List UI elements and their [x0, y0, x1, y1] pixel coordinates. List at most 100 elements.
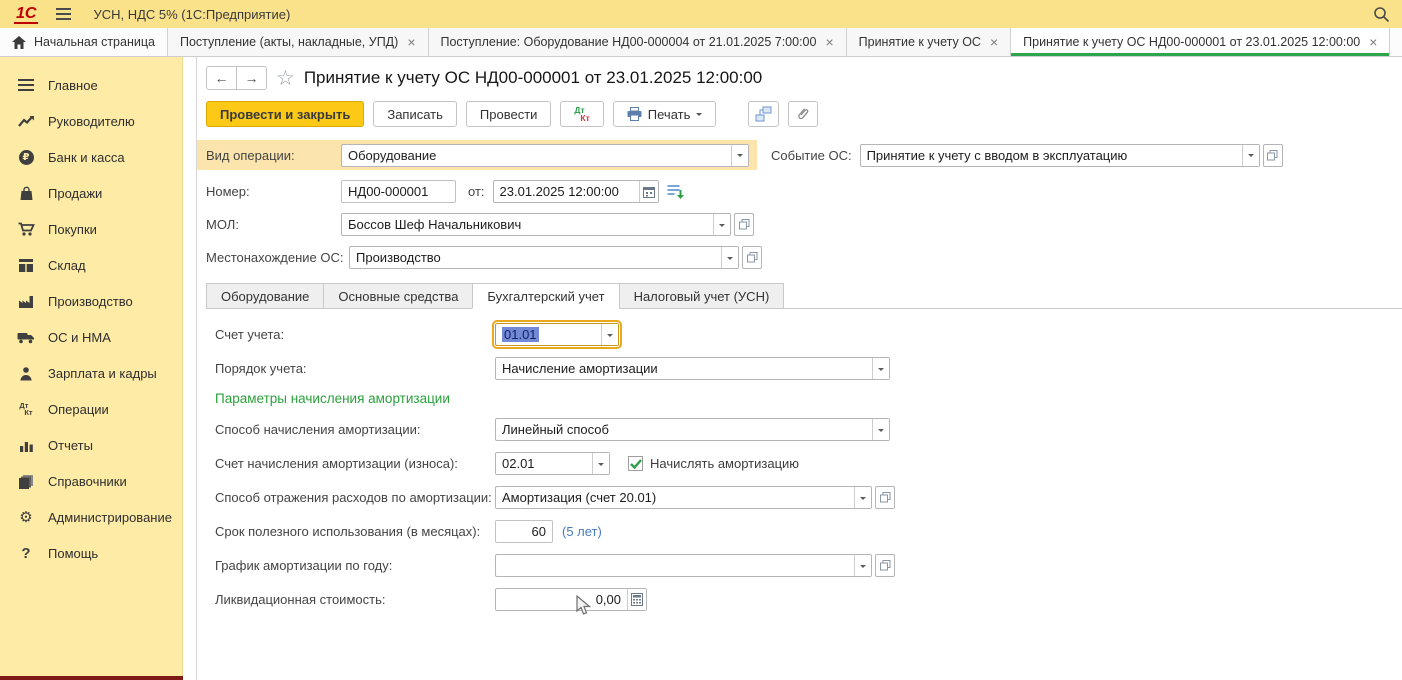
- location-field[interactable]: Производство: [349, 246, 739, 269]
- post-and-close-button[interactable]: Провести и закрыть: [206, 101, 364, 127]
- favorite-star-icon[interactable]: ☆: [276, 68, 295, 89]
- sidebar-item-otchety[interactable]: Отчеты: [0, 427, 182, 463]
- dropdown-arrow-icon[interactable]: [601, 324, 618, 345]
- truck-icon: [16, 328, 36, 346]
- sidebar-item-bank-kassa[interactable]: ₽ Банк и касса: [0, 139, 182, 175]
- sidebar-item-label: Помощь: [48, 546, 98, 561]
- sidebar-item-label: Зарплата и кадры: [48, 366, 157, 381]
- dropdown-arrow-icon[interactable]: [721, 247, 738, 268]
- dropdown-arrow-icon[interactable]: [1242, 145, 1259, 166]
- dropdown-arrow-icon[interactable]: [854, 555, 871, 576]
- factory-icon: [16, 292, 36, 310]
- mol-field[interactable]: Боссов Шеф Начальникович: [341, 213, 731, 236]
- open-link-button[interactable]: [875, 554, 895, 577]
- sidebar-item-zarplata-kadry[interactable]: Зарплата и кадры: [0, 355, 182, 391]
- tab-close-icon[interactable]: ×: [990, 35, 998, 49]
- print-button[interactable]: Печать: [613, 101, 717, 127]
- tab-prinyatie-doc[interactable]: Принятие к учету ОС НД00-000001 от 23.01…: [1011, 28, 1390, 56]
- tab-close-icon[interactable]: ×: [1369, 35, 1377, 49]
- sidebar-item-label: ОС и НМА: [48, 330, 111, 345]
- tab-nalogovyj-uchet[interactable]: Налоговый учет (УСН): [619, 283, 785, 309]
- os-event-field[interactable]: Принятие к учету с вводом в эксплуатацию: [860, 144, 1260, 167]
- tab-prinyatie-list[interactable]: Принятие к учету ОС ×: [847, 28, 1012, 56]
- accrue-depreciation-checkbox[interactable]: [628, 456, 643, 471]
- dt-kt-icon: ДтКт: [16, 400, 36, 418]
- sidebar-item-administrirovanie[interactable]: ⚙ Администрирование: [0, 499, 182, 535]
- set-current-date-icon[interactable]: [667, 184, 684, 199]
- write-button[interactable]: Записать: [373, 101, 457, 127]
- open-link-button[interactable]: [1263, 144, 1283, 167]
- sidebar-item-rukovoditelyu[interactable]: Руководителю: [0, 103, 182, 139]
- salvage-value-field[interactable]: 0,00: [495, 588, 647, 611]
- sidebar-item-glavnoe[interactable]: Главное: [0, 67, 182, 103]
- useful-life-hint: (5 лет): [562, 524, 602, 539]
- dropdown-arrow-icon[interactable]: [872, 419, 889, 440]
- sidebar-item-spravochniki[interactable]: Справочники: [0, 463, 182, 499]
- open-link-button[interactable]: [734, 213, 754, 236]
- tab-osnovnye-sredstva[interactable]: Основные средства: [323, 283, 473, 309]
- tab-close-icon[interactable]: ×: [407, 35, 415, 49]
- dropdown-arrow-icon[interactable]: [872, 358, 889, 379]
- sidebar-item-pokupki[interactable]: Покупки: [0, 211, 182, 247]
- sidebar-item-label: Банк и касса: [48, 150, 125, 165]
- sidebar-item-label: Отчеты: [48, 438, 93, 453]
- dropdown-arrow-icon[interactable]: [592, 453, 609, 474]
- structure-button[interactable]: [748, 101, 779, 127]
- dt-kt-button[interactable]: ДтКт: [560, 101, 603, 127]
- dropdown-arrow-icon[interactable]: [713, 214, 730, 235]
- paperclip-icon: [795, 106, 811, 122]
- operation-type-label: Вид операции:: [206, 148, 341, 163]
- sidebar-item-os-nma[interactable]: ОС и НМА: [0, 319, 182, 355]
- sidebar-item-proizvodstvo[interactable]: Производство: [0, 283, 182, 319]
- main-menu-icon[interactable]: [56, 8, 71, 20]
- menu-lines-icon: [16, 76, 36, 94]
- tab-oborudovanie[interactable]: Оборудование: [206, 283, 324, 309]
- operation-type-field[interactable]: Оборудование: [341, 144, 749, 167]
- account-field[interactable]: 01.01: [495, 323, 619, 346]
- number-field[interactable]: НД00-000001: [341, 180, 456, 203]
- open-link-button[interactable]: [875, 486, 895, 509]
- sidebar-item-operacii[interactable]: ДтКт Операции: [0, 391, 182, 427]
- window-titlebar: 1С УСН, НДС 5% (1С:Предприятие): [0, 0, 1402, 28]
- schedule-field[interactable]: [495, 554, 872, 577]
- document-toolbar: Провести и закрыть Записать Провести ДтК…: [206, 101, 1402, 127]
- tab-postuplenie-list[interactable]: Поступление (акты, накладные, УПД) ×: [168, 28, 429, 56]
- post-button[interactable]: Провести: [466, 101, 552, 127]
- attachments-button[interactable]: [788, 101, 818, 127]
- open-link-button[interactable]: [742, 246, 762, 269]
- useful-life-field[interactable]: 60: [495, 520, 553, 543]
- account-label: Счет учета:: [215, 327, 495, 342]
- tab-close-icon[interactable]: ×: [825, 35, 833, 49]
- wear-account-field[interactable]: 02.01: [495, 452, 610, 475]
- calculator-icon[interactable]: [627, 589, 646, 610]
- forward-button[interactable]: →: [236, 66, 267, 90]
- order-label: Порядок учета:: [215, 361, 495, 376]
- sidebar-item-sklad[interactable]: Склад: [0, 247, 182, 283]
- sidebar-item-pomosch[interactable]: ? Помощь: [0, 535, 182, 571]
- document-header-fields: Вид операции: Оборудование Событие ОС: П…: [206, 140, 1402, 269]
- gear-icon: ⚙: [16, 508, 36, 526]
- date-field[interactable]: 23.01.2025 12:00:00: [493, 180, 659, 203]
- checkmark-icon: [630, 459, 642, 469]
- tab-label: Принятие к учету ОС НД00-000001 от 23.01…: [1023, 35, 1360, 49]
- open-link-icon: [880, 560, 891, 571]
- printer-icon: [627, 107, 642, 121]
- order-field[interactable]: Начисление амортизации: [495, 357, 890, 380]
- tab-buhgalterskij-uchet[interactable]: Бухгалтерский учет: [472, 283, 619, 309]
- back-button[interactable]: ←: [206, 66, 237, 90]
- method-field[interactable]: Линейный способ: [495, 418, 890, 441]
- calendar-icon[interactable]: [639, 181, 658, 202]
- expense-method-field[interactable]: Амортизация (счет 20.01): [495, 486, 872, 509]
- location-label: Местонахождение ОС:: [206, 250, 349, 265]
- operation-type-row: Вид операции: Оборудование: [197, 140, 757, 170]
- sidebar-item-label: Производство: [48, 294, 133, 309]
- dropdown-arrow-icon[interactable]: [731, 145, 748, 166]
- sidebar-item-prodazhi[interactable]: Продажи: [0, 175, 182, 211]
- dropdown-arrow-icon[interactable]: [854, 487, 871, 508]
- document-form: ← → ☆ Принятие к учету ОС НД00-000001 от…: [196, 57, 1402, 680]
- ruble-circle-icon: ₽: [16, 148, 36, 166]
- sidebar-item-label: Справочники: [48, 474, 127, 489]
- tab-postuplenie-doc[interactable]: Поступление: Оборудование НД00-000004 от…: [429, 28, 847, 56]
- search-icon[interactable]: [1370, 3, 1392, 25]
- tab-home[interactable]: Начальная страница: [0, 28, 168, 56]
